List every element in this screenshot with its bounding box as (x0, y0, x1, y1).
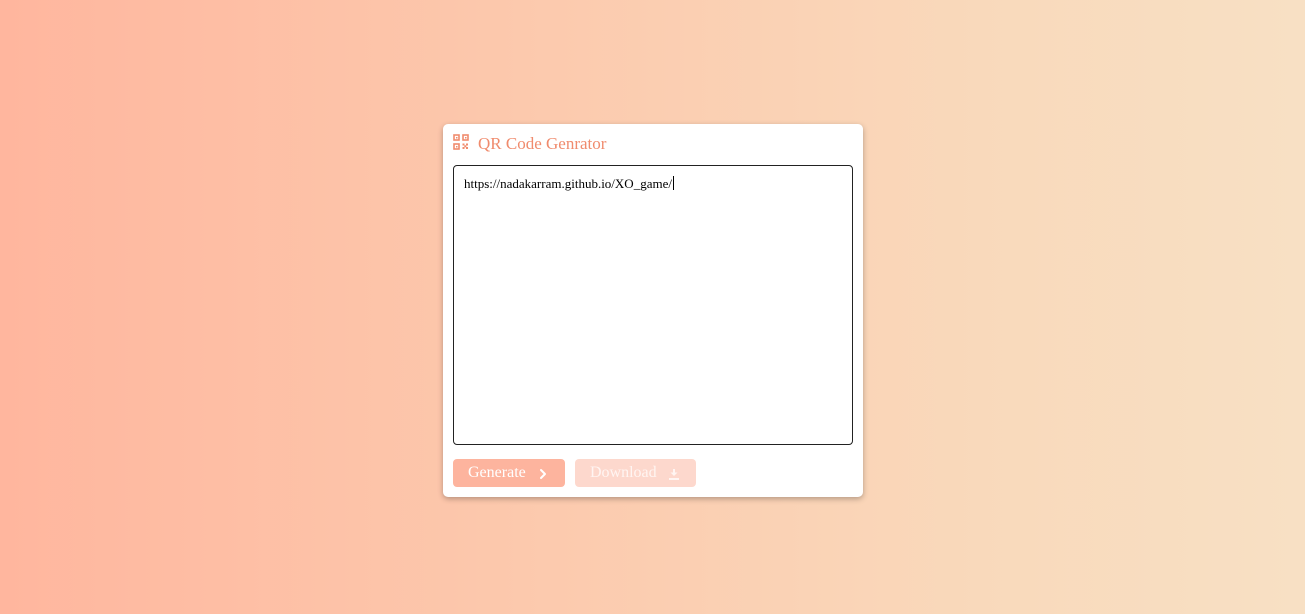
chevron-right-icon (537, 467, 549, 479)
download-button-label: Download (590, 464, 657, 481)
qr-code-icon (453, 134, 469, 150)
download-icon (668, 467, 680, 480)
qr-generator-card: QR Code Genrator https://nadakarram.gith… (443, 124, 863, 497)
page-title: QR Code Genrator (478, 134, 607, 153)
text-caret (672, 176, 674, 190)
textarea-value: https://nadakarram.github.io/XO_game/ (464, 176, 672, 191)
generate-button[interactable]: Generate (453, 459, 565, 487)
generate-button-label: Generate (468, 464, 526, 481)
card-header: QR Code Genrator (453, 133, 606, 155)
url-textarea[interactable]: https://nadakarram.github.io/XO_game/ (453, 165, 853, 445)
download-button[interactable]: Download (575, 459, 696, 487)
